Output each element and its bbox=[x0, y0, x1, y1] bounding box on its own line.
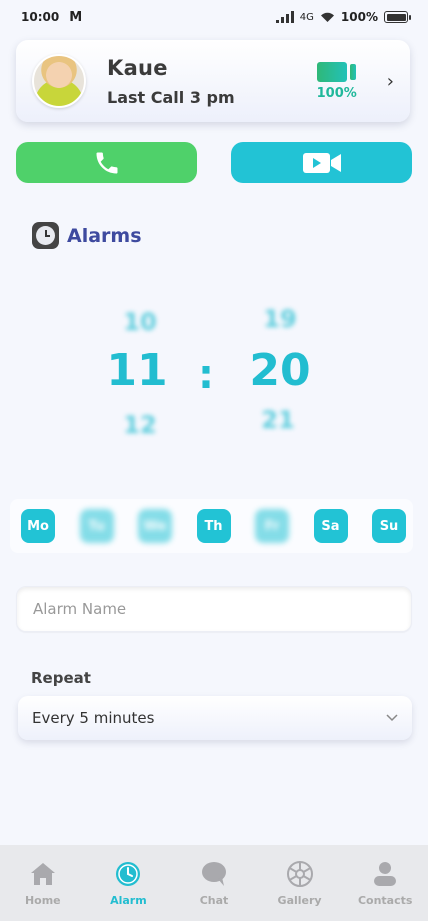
alarm-clock-icon bbox=[116, 861, 141, 886]
nav-gallery[interactable]: Gallery bbox=[260, 860, 340, 907]
hour-next[interactable]: 12 bbox=[110, 411, 170, 439]
alarms-title: Alarms bbox=[67, 224, 142, 247]
nav-label-gallery: Gallery bbox=[277, 893, 322, 907]
battery-icon bbox=[384, 11, 411, 23]
alarm-name-input[interactable] bbox=[16, 586, 412, 632]
video-call-button[interactable] bbox=[231, 142, 412, 183]
nav-label-home: Home bbox=[24, 893, 61, 907]
repeat-value: Every 5 minutes bbox=[32, 709, 155, 727]
clock-app-icon bbox=[32, 222, 59, 249]
status-bar: 10:00 M 4G 100% bbox=[0, 0, 428, 34]
contact-card[interactable]: Kaue Last Call 3 pm 100% › bbox=[16, 40, 410, 122]
battery-full-icon bbox=[317, 61, 357, 82]
day-tu[interactable]: Tu bbox=[79, 509, 114, 543]
phone-icon bbox=[96, 152, 117, 173]
minute-next[interactable]: 21 bbox=[248, 406, 308, 434]
last-call-text: Last Call 3 pm bbox=[107, 87, 235, 107]
nav-contacts[interactable]: Contacts bbox=[345, 860, 425, 907]
repeat-label: Repeat bbox=[31, 669, 91, 687]
status-time: 10:00 bbox=[21, 10, 60, 24]
nav-chat[interactable]: Chat bbox=[174, 860, 254, 907]
device-battery: 100% bbox=[316, 61, 357, 101]
nav-home[interactable]: Home bbox=[3, 860, 83, 907]
contact-name: Kaue bbox=[107, 55, 168, 80]
hour-prev[interactable]: 10 bbox=[110, 308, 170, 336]
day-fr[interactable]: Fr bbox=[255, 509, 289, 543]
chat-bubble-icon bbox=[201, 861, 226, 886]
time-separator: : bbox=[198, 352, 214, 398]
minute-selected[interactable]: 20 bbox=[240, 345, 320, 396]
person-icon bbox=[374, 861, 397, 886]
network-type: 4G bbox=[299, 11, 314, 23]
nav-label-contacts: Contacts bbox=[357, 893, 413, 907]
nav-alarm[interactable]: Alarm bbox=[88, 860, 168, 907]
home-icon bbox=[30, 862, 55, 885]
device-battery-percent: 100% bbox=[316, 85, 357, 101]
wifi-icon bbox=[320, 12, 334, 22]
chevron-down-icon bbox=[386, 714, 398, 722]
day-sa[interactable]: Sa bbox=[313, 509, 348, 543]
chevron-right-icon[interactable]: › bbox=[387, 71, 394, 92]
day-th[interactable]: Th bbox=[196, 509, 231, 543]
signal-icon bbox=[275, 11, 294, 23]
minute-prev[interactable]: 19 bbox=[250, 305, 310, 333]
nav-label-alarm: Alarm bbox=[110, 893, 147, 907]
battery-percent: 100% bbox=[340, 10, 378, 24]
voice-call-button[interactable] bbox=[16, 142, 197, 183]
hour-selected[interactable]: 11 bbox=[102, 345, 172, 396]
bottom-nav: Home Alarm Chat Gallery Contacts bbox=[0, 845, 428, 921]
day-su[interactable]: Su bbox=[372, 509, 406, 543]
day-selector: Mo Tu We Th Fr Sa Su bbox=[10, 499, 413, 553]
day-mo[interactable]: Mo bbox=[21, 509, 55, 543]
carrier-icon: M bbox=[69, 9, 83, 25]
nav-label-chat: Chat bbox=[199, 893, 229, 907]
aperture-icon bbox=[286, 860, 313, 887]
repeat-dropdown[interactable]: Every 5 minutes bbox=[18, 696, 412, 740]
alarms-heading: Alarms bbox=[32, 222, 142, 249]
avatar bbox=[32, 54, 86, 108]
video-camera-icon bbox=[302, 152, 341, 173]
day-we[interactable]: We bbox=[138, 509, 172, 543]
